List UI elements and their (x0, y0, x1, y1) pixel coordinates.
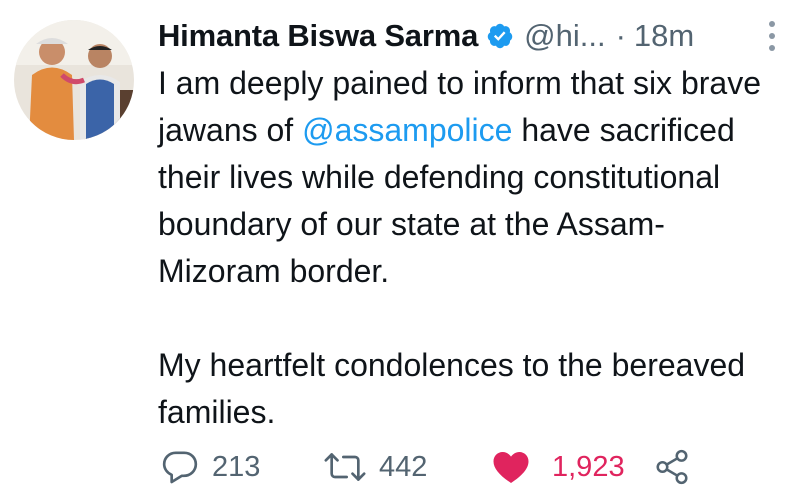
reply-button[interactable]: 213 (160, 442, 260, 492)
action-bar: 213 442 1,923 (160, 442, 720, 492)
tweet-paragraph-1: I am deeply pained to inform that six br… (158, 60, 768, 295)
timestamp[interactable]: 18m (634, 18, 694, 54)
retweet-count: 442 (379, 450, 428, 483)
separator-dot: · (615, 18, 626, 53)
mention-link[interactable]: @assampolice (302, 112, 512, 148)
share-icon (653, 448, 691, 486)
verified-badge-icon (486, 22, 514, 50)
like-button[interactable]: 1,923 (490, 442, 625, 492)
retweet-icon (323, 447, 367, 487)
tweet-header: Himanta Biswa Sarma @hi... · 18m (158, 12, 772, 60)
avatar[interactable] (14, 20, 134, 140)
retweet-button[interactable]: 442 (323, 442, 427, 492)
tweet-text: I am deeply pained to inform that six br… (158, 60, 768, 436)
tweet[interactable]: Himanta Biswa Sarma @hi... · 18m I am de… (0, 0, 800, 500)
tweet-paragraph-2: My heartfelt condolences to the bereaved… (158, 347, 746, 430)
author-handle[interactable]: @hi... (524, 18, 605, 54)
reply-count: 213 (212, 450, 261, 483)
reply-icon (160, 447, 200, 487)
like-count: 1,923 (552, 450, 625, 483)
heart-filled-icon (490, 447, 532, 487)
author-name[interactable]: Himanta Biswa Sarma (158, 18, 478, 54)
more-vertical-icon[interactable] (766, 18, 778, 54)
share-button[interactable] (653, 442, 691, 492)
